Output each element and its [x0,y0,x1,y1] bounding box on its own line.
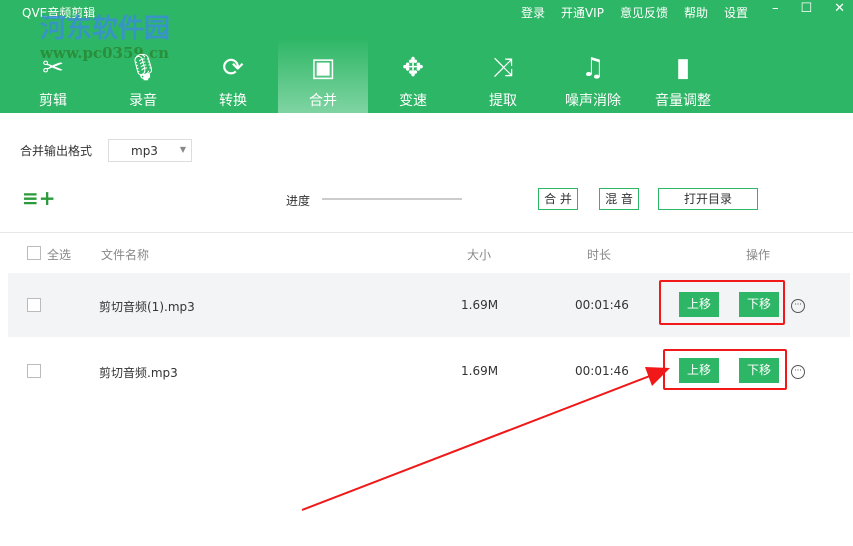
annotation-arrow [301,367,670,511]
